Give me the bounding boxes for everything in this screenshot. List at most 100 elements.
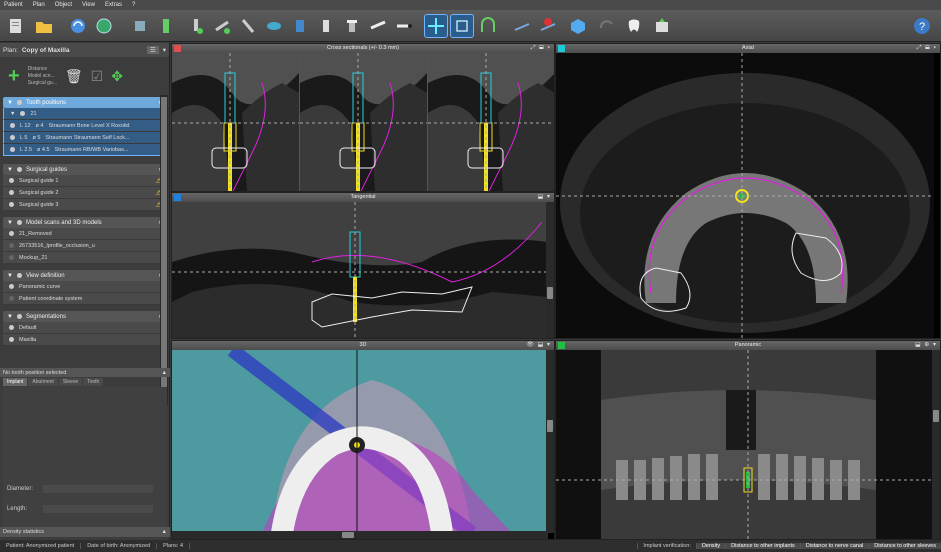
section-view-definition: ▼View definition» Panoramic curve Patien… <box>3 270 166 305</box>
globe-icon[interactable] <box>92 14 116 38</box>
arch-icon[interactable] <box>476 14 500 38</box>
cube-icon[interactable] <box>566 14 590 38</box>
undo-icon[interactable] <box>594 14 618 38</box>
axial-view[interactable]: Axial ⤢ ⬓ ▾ <box>555 43 941 339</box>
measure-icon[interactable] <box>510 14 534 38</box>
menu-object[interactable]: Object <box>55 2 72 8</box>
section-model-scans: ▼Model scans and 3D models» 21_Removed 2… <box>3 217 166 264</box>
menu-plan[interactable]: Plan <box>33 2 45 8</box>
add-object-menu[interactable]: Distance Model scn... Surgical gu... <box>28 66 57 87</box>
expand-up-icon[interactable]: ▲ <box>162 529 167 535</box>
tab-tooth[interactable]: Tooth <box>83 378 104 386</box>
distance-nerve-button[interactable]: Distance to nerve canal <box>799 543 869 549</box>
open-folder-icon[interactable] <box>32 14 56 38</box>
cylinder-3-icon[interactable] <box>340 14 364 38</box>
density-statistics-bar[interactable]: Density statistics ▲ <box>0 527 170 537</box>
distance-implants-button[interactable]: Distance to other implants <box>725 543 800 549</box>
surgical-guide-row[interactable]: Surgical guide 2 ⚠ <box>3 187 166 199</box>
panoramic-view[interactable]: Panoramic ⬓ ⊕ ▾ <box>555 340 941 540</box>
rotate-implant-icon[interactable] <box>210 14 234 38</box>
cube-small-icon[interactable] <box>128 14 152 38</box>
distance-sleeves-button[interactable]: Distance to other sleeves <box>868 543 941 549</box>
implant-row[interactable]: L 12 ø 4 Straumann Bone Level X Roxolid <box>3 120 166 132</box>
surgical-guide-row[interactable]: Surgical guide 3 ⚠ <box>3 199 166 211</box>
model-scan-row[interactable]: 21_Removed <box>3 228 166 240</box>
menu-view[interactable]: View <box>82 2 95 8</box>
segmentation-label: Default <box>19 324 37 331</box>
trash-icon[interactable]: 🗑 <box>65 68 83 85</box>
surgical-guide-row[interactable]: Surgical guide 1 ⚠ <box>3 175 166 187</box>
menu-extras[interactable]: Extras <box>105 2 122 8</box>
cross-sectional-images <box>172 53 554 191</box>
sidebar-scrollbar[interactable] <box>160 95 168 405</box>
view-definition-title: View definition <box>25 272 65 279</box>
menu-patient[interactable]: Patient <box>4 2 23 8</box>
drill-2-icon[interactable] <box>392 14 416 38</box>
tab-implant[interactable]: Implant <box>3 378 28 386</box>
model-scan-label: 21_Removed <box>19 230 52 237</box>
model-scan-label: 26733516_lprofile_occlusion_u <box>19 242 95 249</box>
tangential-scrollbar[interactable] <box>546 202 554 338</box>
check-icon[interactable]: ☑ <box>91 68 104 85</box>
new-patient-icon[interactable] <box>4 14 28 38</box>
remove-measure-icon[interactable] <box>536 14 560 38</box>
tab-abutment[interactable]: Abutment <box>28 378 58 386</box>
implant-row[interactable]: L 2.5 ø 4.5 Straumann RB/WB Variobas... <box>3 144 166 156</box>
model-scans-header[interactable]: ▼Model scans and 3D models» <box>3 217 166 228</box>
sync-icon[interactable] <box>66 14 90 38</box>
3d-view-icon[interactable] <box>450 14 474 38</box>
length-field[interactable] <box>43 505 153 513</box>
implant-length: L 2.5 <box>20 146 33 153</box>
panoramic-color-swatch <box>558 342 565 349</box>
plan-dropdown-icon[interactable]: ▾ <box>163 46 166 54</box>
surgical-guides-title: Surgical guides <box>25 166 67 173</box>
tooth-row-21[interactable]: ▼ 21 <box>3 108 166 120</box>
plan-name[interactable]: Copy of Maxilla <box>22 47 70 54</box>
tab-sleeve[interactable]: Sleeve <box>58 378 83 386</box>
implant-tool-icon[interactable] <box>154 14 178 38</box>
plan-menu-icon[interactable]: ☰ <box>146 46 159 54</box>
cylinder-icon[interactable] <box>288 14 312 38</box>
implant-name: Straumann RB/WB Variobas... <box>54 146 129 153</box>
tooth-icon[interactable] <box>622 14 646 38</box>
density-button[interactable]: Density <box>695 543 726 549</box>
model-scan-row[interactable]: 26733516_lprofile_occlusion_u <box>3 240 166 252</box>
segmentations-header[interactable]: ▼Segmentations» <box>3 311 166 322</box>
tooth-positions-header[interactable]: ▼Tooth positions» <box>3 97 166 108</box>
menu-help[interactable]: ? <box>132 2 135 8</box>
sleeve-icon[interactable] <box>262 14 286 38</box>
diameter-field[interactable] <box>43 485 153 493</box>
expand-icon[interactable]: ✥ <box>111 68 123 85</box>
view-definition-row[interactable]: Patient coordinate system <box>3 293 166 305</box>
export-icon[interactable] <box>650 14 674 38</box>
collapse-icon[interactable]: ▲ <box>162 370 167 376</box>
view-tools-icon[interactable]: ⤢ ⬓ ▾ <box>917 44 937 53</box>
implant-row[interactable]: L 5 ø 5 Straumann Straumann Self Lock... <box>3 132 166 144</box>
view-tools-icon[interactable]: ⬓ ⊕ ▾ <box>915 341 937 350</box>
move-view-icon[interactable] <box>424 14 448 38</box>
view-definition-label: Patient coordinate system <box>19 295 83 302</box>
cross-sectional-view[interactable]: Cross sectionals (+/- 0.3 mm) ⤢ ⬓ ▾ <box>171 43 555 192</box>
model-scan-row[interactable]: Mockup_21 <box>3 252 166 264</box>
add-object-icon[interactable]: + <box>8 65 20 88</box>
surgical-guides-header[interactable]: ▼Surgical guides» <box>3 164 166 175</box>
add-implant-icon[interactable] <box>184 14 208 38</box>
view-definition-header[interactable]: ▼View definition» <box>3 270 166 281</box>
view-tools-icon[interactable]: ⤢ ⬓ ▾ <box>531 44 551 53</box>
3d-vertical-scrollbar[interactable] <box>546 350 554 533</box>
tangential-view[interactable]: Tangential ⬓ ▾ <box>171 192 555 339</box>
view-tools-icon[interactable]: ⬓ ▾ <box>538 193 551 202</box>
view-tools-icon[interactable]: 👁 ⬓ ▾ <box>526 341 551 350</box>
tilt-implant-icon[interactable] <box>236 14 260 38</box>
view-definition-row[interactable]: Panoramic curve <box>3 281 166 293</box>
3d-horizontal-scrollbar[interactable] <box>172 531 548 539</box>
panoramic-scrollbar[interactable] <box>932 350 940 539</box>
segmentation-row[interactable]: Default <box>3 322 166 334</box>
property-tabs: Implant Abutment Sleeve Tooth <box>3 378 104 386</box>
axial-title: Axial <box>742 45 754 51</box>
cylinder-2-icon[interactable] <box>314 14 338 38</box>
3d-view[interactable]: 3D 👁 ⬓ ▾ <box>171 340 555 540</box>
segmentation-row[interactable]: Maxilla <box>3 334 166 346</box>
help-icon[interactable]: ? <box>910 14 934 38</box>
drill-icon[interactable] <box>366 14 390 38</box>
